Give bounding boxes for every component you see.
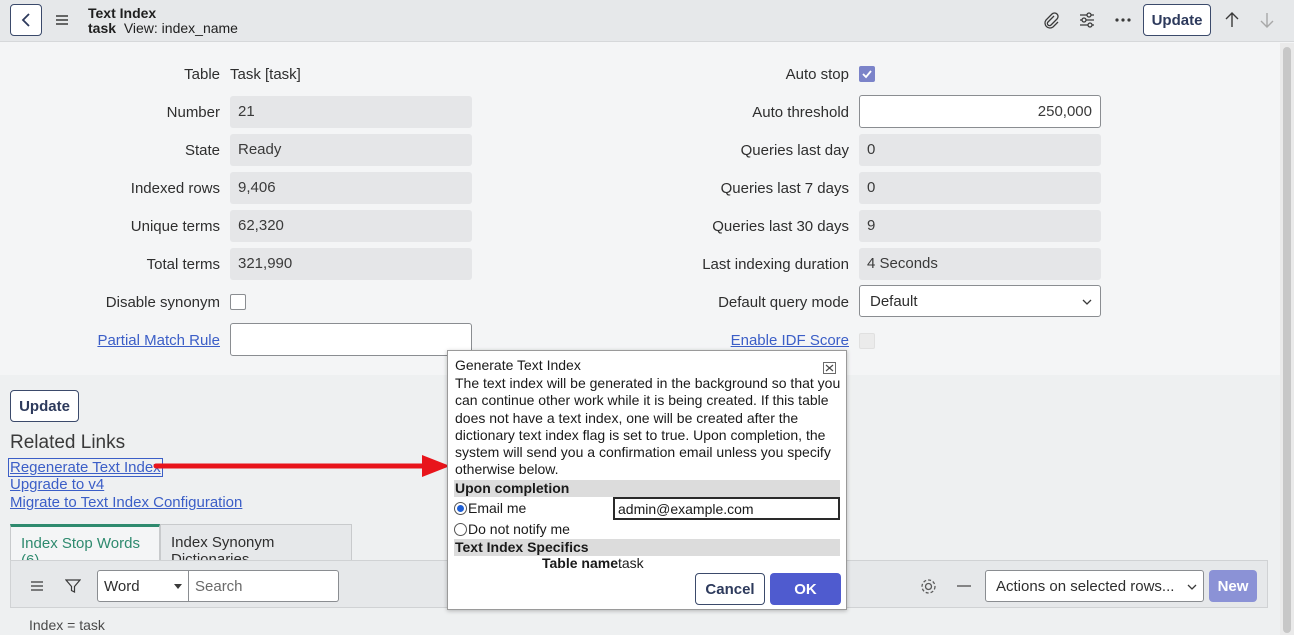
migrate-config-link[interactable]: Migrate to Text Index Configuration (10, 494, 242, 511)
label-state: State (184, 142, 220, 159)
subtitle-table: task (88, 20, 117, 36)
label-queries-last-day: Queries last day (740, 142, 849, 159)
tab-index-stop-words[interactable]: Index Stop Words (6) (10, 524, 160, 569)
generate-text-index-dialog: Generate Text Index The text index will … (447, 350, 847, 610)
annotation-arrow (153, 455, 450, 477)
ok-button[interactable]: OK (770, 573, 841, 605)
filter-breadcrumb: Index = task (29, 617, 105, 633)
label-indexed-rows: Indexed rows (130, 180, 220, 197)
auto-stop-checkbox[interactable] (859, 66, 875, 82)
chevron-left-icon (21, 13, 30, 27)
label-default-query-mode: Default query mode (718, 294, 849, 311)
header-update-button[interactable]: Update (1143, 4, 1211, 36)
label-disable-synonym: Disable synonym (105, 294, 220, 311)
auto-threshold-field[interactable]: 250,000 (859, 95, 1101, 128)
queries-last-7-days-field: 0 (859, 172, 1101, 204)
search-field-select[interactable]: Word (97, 570, 189, 602)
page-title: Text Index (88, 5, 157, 21)
number-field: 21 (230, 96, 472, 128)
close-icon (825, 364, 834, 372)
indexed-rows-field: 9,406 (230, 172, 472, 204)
label-auto-stop: Auto stop (785, 66, 849, 83)
settings-sliders-icon[interactable] (1078, 11, 1096, 29)
page-scrollbar[interactable] (1280, 43, 1294, 635)
dialog-body-text: The text index will be generated in the … (455, 375, 841, 478)
label-last-indexing-duration: Last indexing duration (702, 256, 849, 273)
new-button[interactable]: New (1209, 570, 1257, 602)
menu-icon[interactable] (54, 12, 70, 28)
dialog-close-button[interactable] (823, 362, 836, 374)
checkmark-icon (862, 70, 872, 79)
paperclip-icon[interactable] (1042, 11, 1060, 29)
actions-select[interactable]: Actions on selected rows... (985, 570, 1204, 602)
scrollbar-thumb[interactable] (1283, 47, 1291, 633)
email-input[interactable]: admin@example.com (613, 497, 840, 520)
label-table: Table (184, 66, 220, 83)
queries-last-30-days-field: 9 (859, 210, 1101, 242)
state-field: Ready (230, 134, 472, 166)
filter-icon[interactable] (65, 578, 81, 594)
collapse-icon[interactable] (957, 585, 971, 587)
form-header: Text Index task View: index_name Update (0, 0, 1294, 42)
table-name-row: Table nametask (542, 555, 644, 571)
email-me-label: Email me (468, 500, 527, 516)
default-query-mode-select[interactable]: Default (859, 285, 1101, 317)
last-indexing-duration-field: 4 Seconds (859, 248, 1101, 280)
related-links-title: Related Links (10, 432, 126, 453)
form-body (0, 43, 1280, 375)
label-total-terms: Total terms (146, 256, 220, 273)
arrow-down-icon[interactable] (1258, 11, 1276, 29)
do-not-notify-radio[interactable] (454, 522, 467, 536)
partial-match-rule-link[interactable]: Partial Match Rule (0, 332, 220, 349)
subtitle-view: View: index_name (123, 20, 238, 36)
text-index-specifics-header: Text Index Specifics (454, 539, 840, 556)
table-name-label: Table name (542, 555, 618, 571)
label-auto-threshold: Auto threshold (752, 104, 849, 121)
do-not-notify-label: Do not notify me (468, 521, 570, 537)
queries-last-day-field: 0 (859, 134, 1101, 166)
dialog-title: Generate Text Index (455, 357, 581, 373)
cancel-button[interactable]: Cancel (695, 573, 765, 605)
actions-select-value: Actions on selected rows... (996, 578, 1175, 595)
email-me-option[interactable]: Email me (454, 500, 526, 516)
partial-match-rule-field[interactable] (230, 323, 472, 356)
enable-idf-score-link[interactable]: Enable IDF Score (600, 332, 849, 349)
enable-idf-score-checkbox[interactable] (859, 333, 875, 349)
value-table: Task [task] (230, 66, 301, 83)
list-menu-icon[interactable] (29, 578, 45, 594)
search-field-value: Word (104, 578, 140, 595)
caret-down-icon (174, 584, 182, 589)
unique-terms-field: 62,320 (230, 210, 472, 242)
label-queries-last-30-days: Queries last 30 days (712, 218, 849, 235)
regenerate-text-index-link[interactable]: Regenerate Text Index (8, 458, 163, 477)
total-terms-field: 321,990 (230, 248, 472, 280)
label-number: Number (166, 104, 220, 121)
tab-index-synonym-dictionaries[interactable]: Index Synonym Dictionaries (160, 524, 352, 568)
gear-icon[interactable] (920, 578, 937, 595)
email-me-radio[interactable] (454, 501, 467, 515)
table-name-value: task (618, 555, 644, 571)
upon-completion-header: Upon completion (454, 480, 840, 497)
chevron-down-icon (1187, 584, 1197, 590)
upgrade-to-v4-link[interactable]: Upgrade to v4 (10, 476, 104, 493)
do-not-notify-option[interactable]: Do not notify me (454, 521, 570, 537)
default-query-mode-value: Default (870, 293, 918, 310)
chevron-down-icon (1082, 299, 1092, 305)
page-subtitle: task View: index_name (88, 20, 238, 36)
label-unique-terms: Unique terms (130, 218, 220, 235)
back-button[interactable] (10, 4, 42, 36)
update-button[interactable]: Update (10, 390, 79, 422)
label-queries-last-7-days: Queries last 7 days (720, 180, 849, 197)
more-options-icon[interactable] (1114, 11, 1132, 29)
disable-synonym-checkbox[interactable] (230, 294, 246, 310)
search-input[interactable]: Search (189, 570, 339, 602)
arrow-up-icon[interactable] (1223, 11, 1241, 29)
